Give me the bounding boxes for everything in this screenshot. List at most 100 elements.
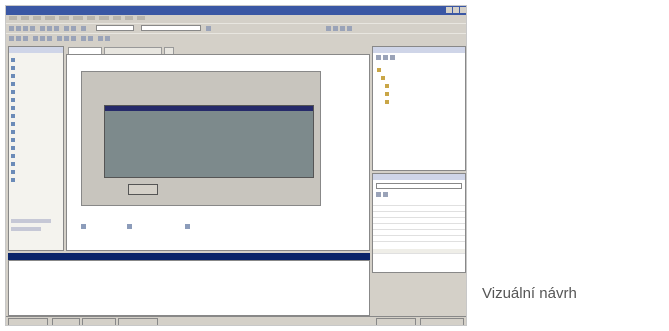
align-right-icon[interactable] <box>23 36 28 41</box>
taskbar-button[interactable] <box>52 318 80 325</box>
property-row[interactable] <box>373 213 465 218</box>
paste-icon[interactable] <box>54 26 59 31</box>
toolbox-item[interactable] <box>11 169 17 175</box>
tab-close-icon[interactable] <box>164 47 174 54</box>
menu-item[interactable] <box>125 16 133 20</box>
toolbox-item[interactable] <box>11 81 17 87</box>
menu-item[interactable] <box>21 16 29 20</box>
menu-item[interactable] <box>45 16 55 20</box>
minimize-icon[interactable] <box>446 7 452 13</box>
toolbox-item[interactable] <box>11 97 17 103</box>
show-all-icon[interactable] <box>390 55 395 60</box>
toolbox-item[interactable] <box>11 177 17 183</box>
redo-icon[interactable] <box>71 26 76 31</box>
spacing-icon[interactable] <box>88 36 93 41</box>
class-view-icon[interactable] <box>347 26 352 31</box>
component-tray-item[interactable] <box>185 223 192 229</box>
form-designer[interactable] <box>81 71 321 206</box>
same-height-icon[interactable] <box>64 36 69 41</box>
menu-item[interactable] <box>113 16 121 20</box>
component-tray-item[interactable] <box>81 223 88 229</box>
tree-item-file[interactable] <box>385 91 391 96</box>
refresh-icon[interactable] <box>383 55 388 60</box>
configuration-select[interactable] <box>96 25 134 31</box>
menu-item[interactable] <box>99 16 109 20</box>
tree-item-project[interactable] <box>381 75 387 80</box>
menu-item[interactable] <box>33 16 41 20</box>
form-button[interactable] <box>128 184 158 195</box>
clipboard-ring-tab[interactable] <box>11 219 51 223</box>
tree-item-file[interactable] <box>385 99 391 104</box>
grid-header <box>105 106 313 111</box>
tree-item-solution[interactable] <box>377 67 383 72</box>
properties-icon[interactable] <box>376 55 381 60</box>
open-file-icon[interactable] <box>16 26 21 31</box>
same-size-icon[interactable] <box>71 36 76 41</box>
toolbox-item[interactable] <box>11 113 17 119</box>
find-icon[interactable] <box>206 26 211 31</box>
save-all-icon[interactable] <box>30 26 35 31</box>
menu-item[interactable] <box>73 16 83 20</box>
toolbox-item[interactable] <box>11 57 17 63</box>
solution-explorer-icon[interactable] <box>326 26 331 31</box>
categorized-icon[interactable] <box>376 192 381 197</box>
property-row[interactable] <box>373 225 465 230</box>
menu-item[interactable] <box>59 16 69 20</box>
toolbox-icon[interactable] <box>340 26 345 31</box>
taskbar-button[interactable] <box>118 318 158 325</box>
toolbox-item[interactable] <box>11 161 17 167</box>
component-tray-item[interactable] <box>127 223 134 229</box>
tab-design[interactable] <box>68 47 102 54</box>
align-left-icon[interactable] <box>9 36 14 41</box>
data-grid[interactable] <box>104 105 314 178</box>
toolbox-item[interactable] <box>11 65 17 71</box>
same-width-icon[interactable] <box>57 36 62 41</box>
taskbar-button[interactable] <box>420 318 464 325</box>
tree-item-references[interactable] <box>385 83 391 88</box>
property-row[interactable] <box>373 237 465 242</box>
align-middle-icon[interactable] <box>40 36 45 41</box>
toolbox-item[interactable] <box>11 105 17 111</box>
find-combo[interactable] <box>141 25 201 31</box>
toolbox-item[interactable] <box>11 153 17 159</box>
properties-icon[interactable] <box>333 26 338 31</box>
run-icon[interactable] <box>81 26 86 31</box>
property-row[interactable] <box>373 207 465 212</box>
timer-icon <box>11 154 15 158</box>
alphabetical-icon[interactable] <box>383 192 388 197</box>
new-file-icon[interactable] <box>9 26 14 31</box>
copy-icon[interactable] <box>47 26 52 31</box>
maximize-icon[interactable] <box>453 7 459 13</box>
tab-code[interactable] <box>104 47 162 54</box>
general-tab[interactable] <box>11 227 41 231</box>
undo-icon[interactable] <box>64 26 69 31</box>
align-bottom-icon[interactable] <box>47 36 52 41</box>
align-center-icon[interactable] <box>16 36 21 41</box>
menu-item[interactable] <box>9 16 17 20</box>
property-description <box>373 249 465 254</box>
menu-item[interactable] <box>87 16 95 20</box>
property-row[interactable] <box>373 219 465 224</box>
connection-icon <box>11 178 15 182</box>
toolbox-item[interactable] <box>11 137 17 143</box>
property-row[interactable] <box>373 231 465 236</box>
taskbar-button[interactable] <box>376 318 416 325</box>
toolbox-item[interactable] <box>11 73 17 79</box>
close-icon[interactable] <box>460 7 466 13</box>
save-icon[interactable] <box>23 26 28 31</box>
cut-icon[interactable] <box>40 26 45 31</box>
bring-front-icon[interactable] <box>98 36 103 41</box>
output-window[interactable] <box>8 260 370 316</box>
send-back-icon[interactable] <box>105 36 110 41</box>
toolbox-item[interactable] <box>11 129 17 135</box>
taskbar-button[interactable] <box>82 318 116 325</box>
align-top-icon[interactable] <box>33 36 38 41</box>
toolbox-item[interactable] <box>11 121 17 127</box>
taskbar-button[interactable] <box>8 318 48 325</box>
property-row[interactable] <box>373 201 465 206</box>
toolbox-item[interactable] <box>11 89 17 95</box>
spacing-icon[interactable] <box>81 36 86 41</box>
menu-item[interactable] <box>137 16 145 20</box>
object-select[interactable] <box>376 183 462 189</box>
toolbox-item[interactable] <box>11 145 17 151</box>
